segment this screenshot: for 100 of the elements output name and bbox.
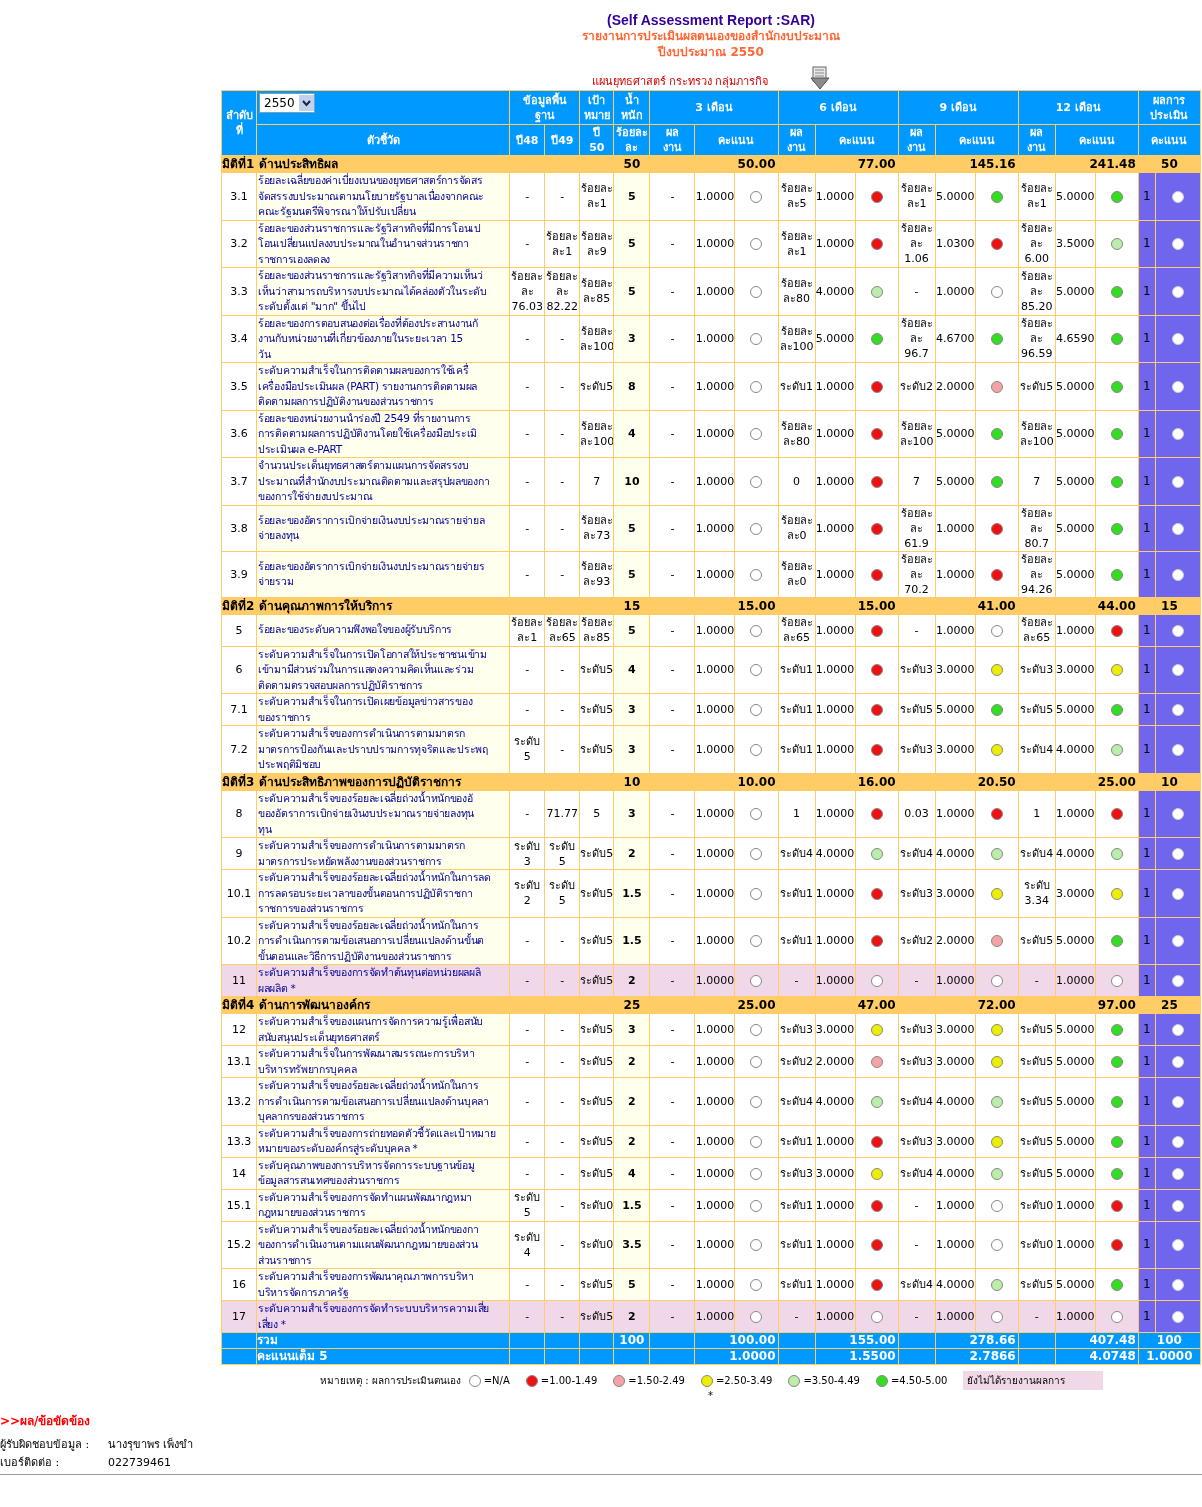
radio-button[interactable] [1171,1167,1184,1180]
radio-button[interactable] [1171,975,1184,987]
indicator-link[interactable]: ระดับความสำเร็จในการเปิดเผยข้อมูลข่าวสารของ ของราชการ [257,694,509,725]
legend-text: =1.50-2.49 [628,1375,685,1386]
table-cell: - [544,505,580,551]
indicator-link[interactable]: ระดับความสำเร็จของร้อยละเฉลี่ยถ่วงน้ำหนักในการ การดำเนินการตามข้อเสนอการเปลี่ยนแปลงด้านขั้นต ขั้นตอนและวิธีการปฏิบัติงานของส่วนราชการ [257,918,509,964]
organization-line: แผนยุทธศาสตร์ กระทรวง กลุ่มภารกิจ [591,74,769,90]
radio-button[interactable] [1171,664,1184,677]
table-cell: - [509,646,545,694]
indicator-link[interactable]: ร้อยละของส่วนราชการและรัฐวิสาหกิจที่มีความเห็นว่ เห็นว่าสามารถบริหารงบประมาณได้คล่องตัวในระดับ ระดับตั้งแต่ "มาก" ขึ้นไป [257,268,509,314]
indicator-link[interactable]: ระดับความสำเร็จในการเปิดโอกาสให้ประชาชนเข้าม เข้ามามีส่วนร่วมในการแสดงความคิดเห็นและร่วม ติดตามตรวจสอบผลการปฏิบัติราชการ [257,647,509,693]
radio-button[interactable] [1171,624,1184,637]
table-cell: - [544,362,580,410]
table-cell: 5 [613,505,650,551]
indicator-link[interactable]: ระดับความสำเร็จของการจัดทำแผนพัฒนากฎหมา กฎหมายของส่วนราชการ [257,1190,509,1220]
radio-button[interactable] [1171,568,1184,581]
radio-button[interactable] [1171,848,1184,860]
table-cell: ระดับ 5 [509,725,545,773]
indicator-link[interactable]: ระดับความสำเร็จในการพัฒนาสมรรถนะการบริหา บริหารทรัพยากรบุคคล [257,1046,509,1077]
radio-button[interactable] [1171,1199,1184,1212]
radio-button[interactable] [1171,333,1184,346]
radio-button[interactable] [1171,935,1184,948]
table-cell: ร้อยละ ละ1 [579,172,614,220]
table-cell: 7.1 [221,693,257,726]
table-cell: ร้อยละ ละ100 [898,410,936,458]
radio-button[interactable] [1171,428,1184,441]
indicator-link[interactable]: ระดับความสำเร็จของการจัดทำต้นทุนต่อหน่วยผลผลิ ผลผลิต * [257,965,509,996]
indicator-link[interactable]: ระดับคุณภาพของการบริหารจัดการระบบฐานข้อมู ข้อมูลสารสนเทศของส่วนราชการ [257,1158,509,1188]
indicator-link[interactable]: ระดับความสำเร็จของการดำเนินการตามมาตรก มาตรการป้องกันและปราบปรามการทุจริตและประพฤ ประพฤติมิชอบ [257,726,509,772]
document-download-icon[interactable] [808,66,831,90]
table-cell: 1.0000 [694,505,735,551]
radio-button[interactable] [1171,475,1184,488]
table-cell: 1.5 [613,917,650,965]
indicator-link[interactable]: ระดับความสำเร็จของการพัฒนาคุณภาพการบริหา บริหารจัดการภาครัฐ [257,1269,509,1300]
table-cell: 13.3 [221,1125,257,1157]
indicator-link[interactable]: ระดับความสำเร็จของการดำเนินการตามมาตรก มาตรการประหยัดพลังงานของส่วนราชการ [257,838,509,869]
radio-button[interactable] [1171,285,1184,298]
radio-button[interactable] [1171,1056,1184,1068]
radio-button[interactable] [1171,1279,1184,1291]
table-cell: 1.0000 [815,869,856,917]
table-cell: - [898,1221,936,1269]
indicator-link[interactable]: ระดับความสำเร็จของการจัดทำระบบบริหารความเสี่ย เสี่ยง * [257,1301,509,1332]
indicator-link[interactable]: จำนวนประเด็นยุทธศาสตร์ตามแผนการจัดสรรงบ ประมาณที่สำนักงบประมาณติดตามและสรุปผลของกา ของการใช้จ่ายงบประมาณ [257,458,509,504]
indicator-link[interactable]: ร้อยละของการตอบสนองต่อเรื่องที่ต้องประสานงานกั งานกับหน่วยงานที่เกี่ยวข้องภายในระยะเวลา 15 วัน [257,316,509,362]
radio-button[interactable] [1171,522,1184,535]
table-cell: 1.0300 [935,220,976,268]
indicator-link[interactable]: ระดับความสำเร็จของร้อยละเฉลี่ยถ่วงน้ำหนักของอั ของอัตราการเบิกจ่ายเงินงบประมาณรายจ่ายลงทุน ทุน [257,791,509,837]
indicator-link[interactable]: ระดับความสำเร็จของแผนการจัดการความรู้เพื่อสนับ สนับสนุนประเด็นยุทธศาสตร์ [257,1014,509,1045]
table-cell: 8 [613,362,650,410]
table-cell: 1.0000 [694,1077,735,1125]
table-cell: 15.1 [221,1189,257,1221]
table-cell: - [544,725,580,773]
radio-button[interactable] [1171,190,1184,203]
table-cell: 3.5 [221,362,257,410]
radio-button[interactable] [1171,1239,1184,1252]
column-header: เป้า หมาย [579,90,614,125]
table-cell: ร้อยละ ละ1 [778,220,816,268]
table-cell: ระดับ1 [778,725,816,773]
radio-button[interactable] [1171,1135,1184,1148]
table-cell: 13.2 [221,1077,257,1125]
table-cell: 7 [898,457,936,505]
indicator-link[interactable]: ระดับความสำเร็จของร้อยละเฉลี่ยถ่วงน้ำหนักในการ การดำเนินการตามข้อเสนอการเปลี่ยนแปลงด้านบุคลา บุคลากรของส่วนราชการ [257,1078,509,1124]
table-cell: ร้อยละ ละ100 [1018,410,1056,458]
indicator-link[interactable]: ระดับความสำเร็จในการติดตามผลของการใช้เครื่ เครื่องมือประเมินผล (PART) รายงานการติดตามผล ติดตามผลการปฏิบัติงานของส่วนราชการ [257,363,509,409]
table-cell: - [649,646,695,694]
table-cell: 1.0000 [815,172,856,220]
table-cell: ระดับ1 [778,1221,816,1269]
radio-button[interactable] [1171,238,1184,251]
table-cell: 1.0000 [694,362,735,410]
radio-button[interactable] [1171,704,1184,716]
table-cell: 4.6700 [935,315,976,363]
table-cell: ระดับ3 [898,646,936,694]
table-cell: ระดับ 5 [544,869,580,917]
year-select[interactable]: 2550 [259,93,315,113]
table-cell: - [544,1077,580,1125]
table-cell: 3.6 [221,410,257,458]
radio-button[interactable] [1171,743,1184,756]
radio-button[interactable] [1171,1311,1184,1323]
indicator-link[interactable]: ระดับความสำเร็จของร้อยละเฉลี่ยถ่วงน้ำหนักในการลด การลดรอบระยะเวลาของขั้นตอนการปฏิบัติราชกา ราชการของส่วนราชการ [257,870,509,916]
table-cell: 1.0000 [694,725,735,773]
legend-text: =4.50-5.00 [890,1375,948,1386]
table-cell: 3.2 [221,220,257,268]
table-cell: ระดับ1 [778,362,816,410]
radio-button[interactable] [1171,380,1184,393]
radio-button[interactable] [1171,887,1184,900]
indicator-link[interactable]: ร้อยละของส่วนราชการและรัฐวิสาหกิจที่มีการโอนเป โอนเปลี่ยนแปลงงบประมาณในอำนาจส่วนราชกา ราชการเองลดลง [257,221,509,267]
radio-button[interactable] [1171,1024,1184,1036]
table-cell: 7.2 [221,725,257,773]
table-cell: 1 [778,790,816,838]
table-cell: 17 [221,1300,257,1333]
indicator-link[interactable]: ร้อยละเฉลี่ยของค่าเบี่ยงเบนของยุทธศาสตร์การจัดสร จัดสรรงบประมาณตามนโยบายรัฐบาลเนื่องจากคณะ คณะรัฐมนตรีพิจารณาให้ปรับเปลี่ยน [257,173,509,219]
radio-button[interactable] [1171,1095,1184,1108]
column-header: น้ำหนัก [613,90,650,125]
indicator-link[interactable]: ร้อยละของหน่วยงานนำร่องปี 2549 ที่รายงานการ การติดตามผลการปฏิบัติงานโดยใช้เครื่องมือประเมิ ประเมินผล e-PART [257,411,509,457]
table-cell: 7 [579,457,614,505]
table-cell: ร้อยละ ละ 85.20 [1018,267,1056,315]
indicator-link[interactable]: ระดับความสำเร็จของการถ่ายทอดตัวชี้วัดและเป้าหมาย หมายของระดับองค์กรสู่ระดับบุคคล * [257,1126,509,1156]
table-cell: 3.0000 [935,646,976,694]
indicator-link[interactable]: ระดับความสำเร็จของร้อยละเฉลี่ยถ่วงน้ำหนักของกา ของการดำเนินงานตามแผนพัฒนากฎหมายของส่วน ส่วนราชการ [257,1222,509,1268]
radio-button[interactable] [1171,808,1184,821]
